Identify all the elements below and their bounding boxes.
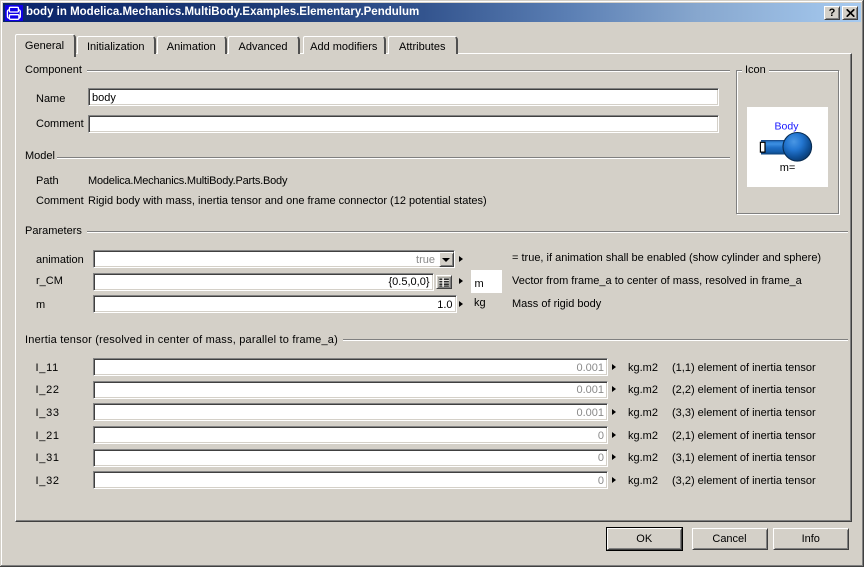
svg-text:m=: m= (780, 162, 796, 174)
svg-text:Body: Body (775, 121, 800, 133)
